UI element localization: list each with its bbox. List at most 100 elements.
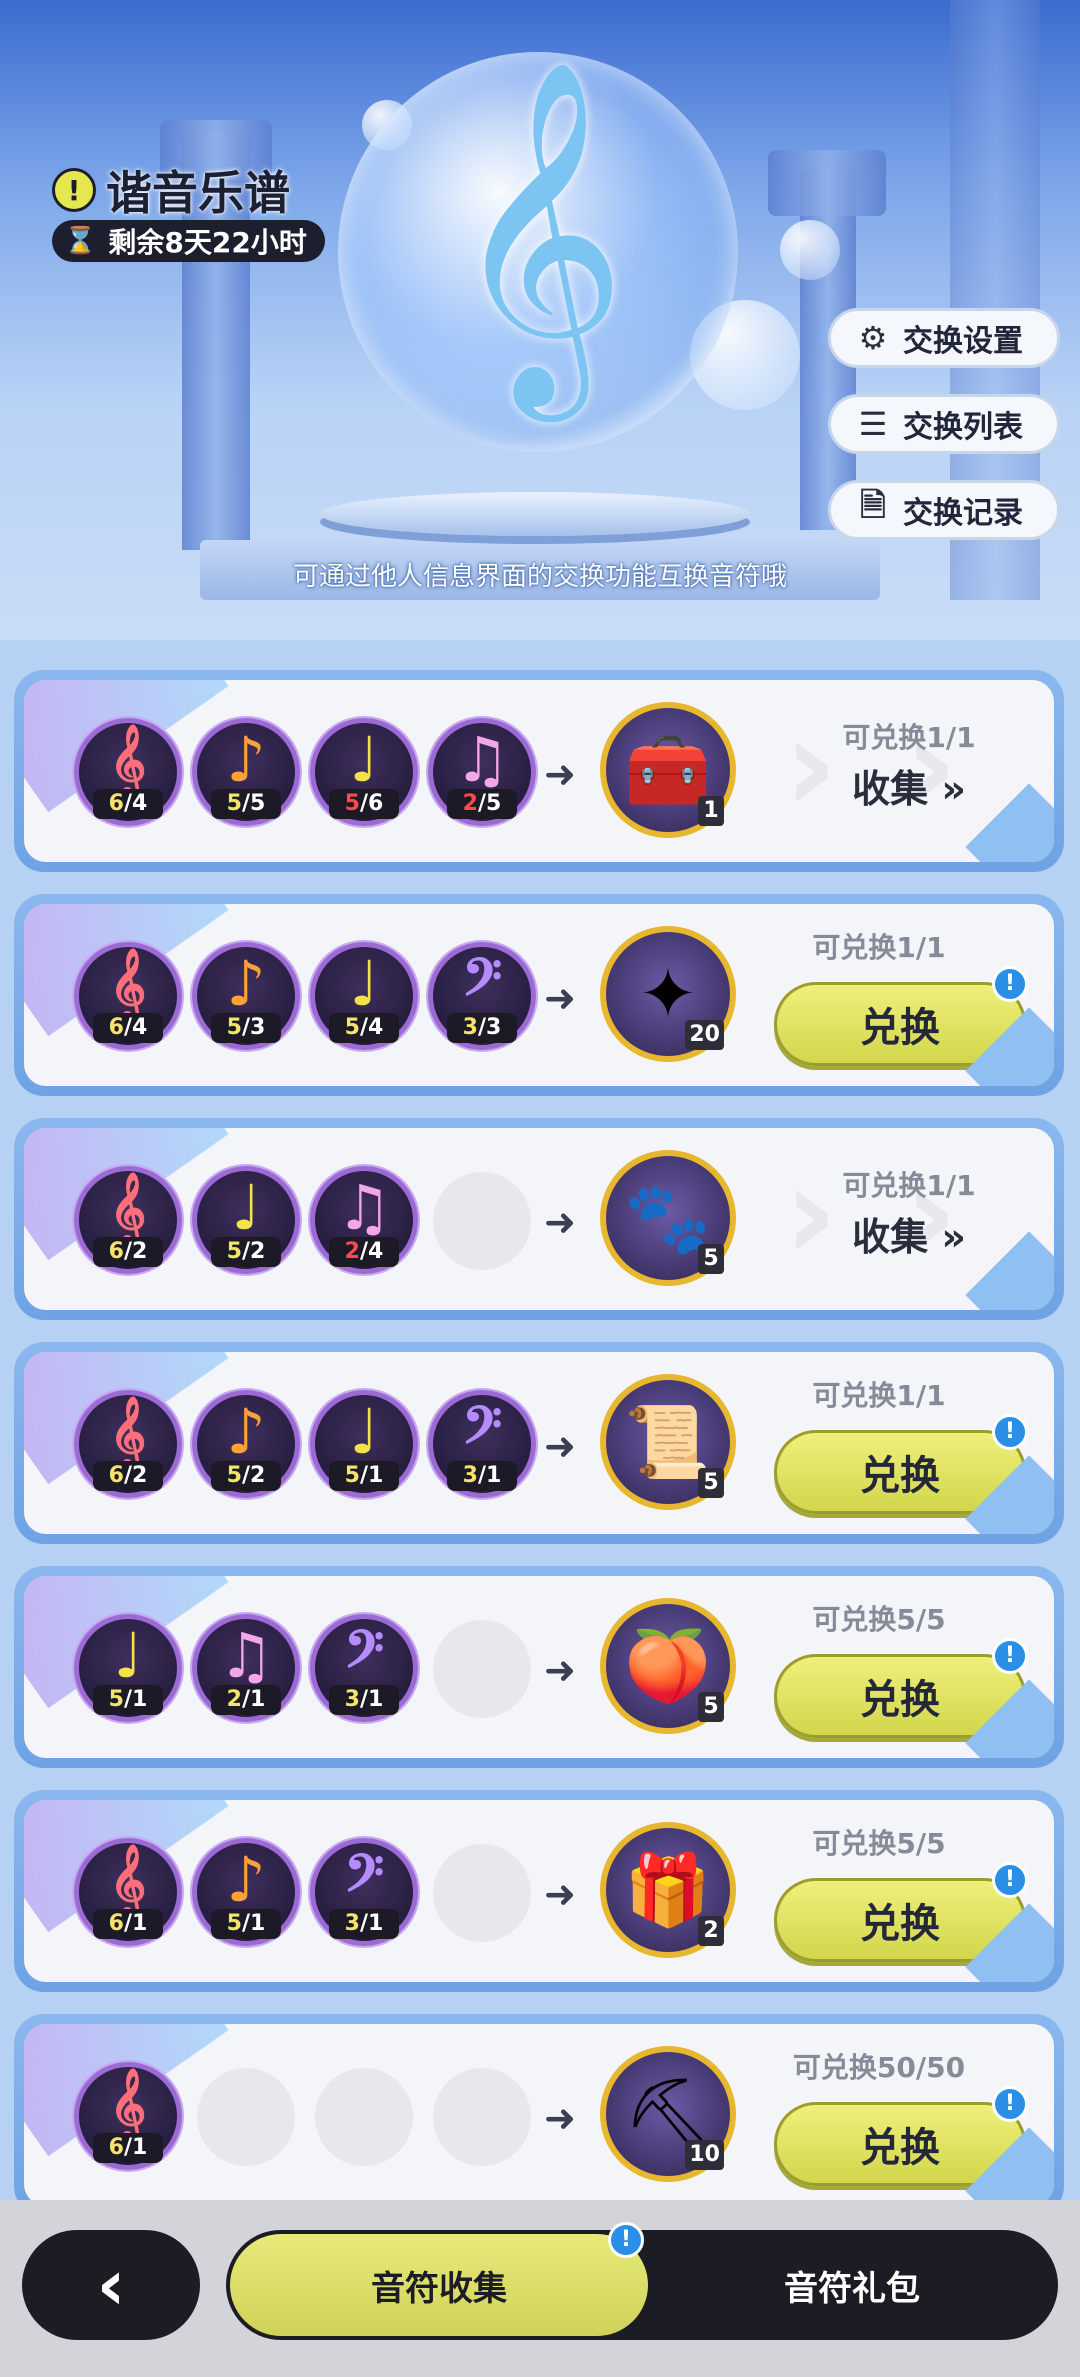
note-owned-count: 3	[344, 1687, 360, 1712]
note-slot[interactable]: 𝄞 6/1	[74, 2062, 182, 2170]
redeem-button[interactable]: 兑换	[774, 982, 1026, 1066]
note-slot[interactable]: 𝄢 3/3	[428, 942, 536, 1050]
count-separator: /	[123, 791, 133, 816]
count-separator: /	[123, 1239, 133, 1264]
exchange-records-button[interactable]: 🗎 交换记录	[828, 480, 1060, 540]
reward-item[interactable]: 🍑 5	[600, 1598, 736, 1734]
exchange-row-panel: ♩ 5/1 ♫ 2/1 𝄢 3/1 ➜ 🍑 5 可兑换5/5 兑换!	[24, 1576, 1054, 1758]
note-slot[interactable]: 𝄢 3/1	[310, 1838, 418, 1946]
redeem-button[interactable]: 兑换	[774, 1430, 1026, 1514]
reward-item[interactable]: 🎁 2	[600, 1822, 736, 1958]
note-slot[interactable]: ♪ 5/2	[192, 1390, 300, 1498]
music-note-icon: ♪	[226, 1395, 266, 1468]
redeem-limit-text: 可兑换5/5	[812, 1603, 946, 1636]
note-slot[interactable]: 𝄞 6/2	[74, 1390, 182, 1498]
reward-item[interactable]: ⛏ 10	[600, 2046, 736, 2182]
reward-item[interactable]: 🐾 5	[600, 1150, 736, 1286]
note-required-count: 1	[368, 1911, 384, 1936]
empty-note-slot	[433, 1620, 531, 1718]
tab-note-gift-pack[interactable]: 音符礼包	[650, 2234, 1054, 2336]
note-slot[interactable]: ♫ 2/4	[310, 1166, 418, 1274]
note-slot[interactable]: ♩ 5/1	[310, 1390, 418, 1498]
reward-quantity: 5	[698, 1468, 724, 1498]
peach-fruit-icon: 🍑	[624, 1625, 712, 1707]
music-note-icon: 𝄞	[109, 723, 147, 796]
count-separator: /	[359, 1015, 369, 1040]
note-owned-count: 3	[462, 1463, 478, 1488]
empty-note-slot	[433, 1844, 531, 1942]
exchange-list-button[interactable]: ☰ 交换列表	[828, 394, 1060, 454]
reward-item[interactable]: ✦ 20	[600, 926, 736, 1062]
note-count: 3/1	[329, 1685, 399, 1715]
note-count: 6/4	[93, 789, 163, 819]
music-note-icon: 𝄢	[344, 1619, 384, 1692]
redeem-button[interactable]: 兑换	[774, 1654, 1026, 1738]
note-slot[interactable]: ♪ 5/3	[192, 942, 300, 1050]
note-owned-count: 5	[226, 791, 242, 816]
count-separator: /	[477, 1015, 487, 1040]
reward-item[interactable]: 🧰 1	[600, 702, 736, 838]
collect-button[interactable]: 收集 »	[794, 758, 1024, 813]
count-separator: /	[359, 1463, 369, 1488]
redeem-limit-text: 可兑换1/1	[812, 1379, 946, 1412]
redeem-button-label: 兑换	[860, 2125, 940, 2171]
note-slot[interactable]: 𝄢 3/1	[310, 1614, 418, 1722]
redeem-limit-text: 可兑换1/1	[812, 931, 946, 964]
music-note-icon: 𝄞	[109, 947, 147, 1020]
note-slot[interactable]: ♫ 2/1	[192, 1614, 300, 1722]
music-note-icon: ♩	[349, 947, 379, 1020]
note-slot[interactable]: 𝄞 6/1	[74, 1838, 182, 1946]
exchange-row: 𝄞 6/1 ♪ 5/1 𝄢 3/1 ➜ 🎁 2 可兑换5/5 兑换!	[14, 1790, 1064, 1992]
note-owned-count: 5	[226, 1015, 242, 1040]
music-note-icon: ♩	[349, 723, 379, 796]
count-separator: /	[241, 1687, 251, 1712]
paw-charm-icon: 🐾	[624, 1177, 712, 1259]
exchange-row-panel: 𝄞 6/2 ♩ 5/2 ♫ 2/4 ➜ 🐾 5 › › 可兑换1/1 收集 »	[24, 1128, 1054, 1310]
reward-item[interactable]: 📜 5	[600, 1374, 736, 1510]
count-separator: /	[477, 791, 487, 816]
note-required-count: 1	[368, 1687, 384, 1712]
music-note-icon: ♪	[226, 723, 266, 796]
treble-clef-icon: 𝄞	[449, 57, 627, 406]
note-slot[interactable]: ♩ 5/4	[310, 942, 418, 1050]
note-slot[interactable]: ♩ 5/2	[192, 1166, 300, 1274]
note-required-count: 2	[250, 1239, 266, 1264]
reward-quantity: 1	[698, 796, 724, 826]
note-slot[interactable]: ♪ 5/5	[192, 718, 300, 826]
note-count: 6/1	[93, 2133, 163, 2163]
music-note-icon: 𝄢	[344, 1843, 384, 1916]
exchange-row-panel: 𝄞 6/4 ♪ 5/5 ♩ 5/6 ♫ 2/5 ➜ 🧰 1 › › 可兑换1/1 收集 »	[24, 680, 1054, 862]
note-slot[interactable]: ♫ 2/5	[428, 718, 536, 826]
music-note-icon: 𝄢	[462, 1395, 502, 1468]
note-slot[interactable]: 𝄞 6/2	[74, 1166, 182, 1274]
note-slot[interactable]: 𝄢 3/1	[428, 1390, 536, 1498]
note-slot[interactable]: ♩ 5/1	[74, 1614, 182, 1722]
count-separator: /	[241, 1911, 251, 1936]
note-required-count: 1	[132, 1911, 148, 1936]
note-required-count: 1	[368, 1463, 384, 1488]
note-required-count: 2	[132, 1463, 148, 1488]
notification-badge: !	[608, 2222, 644, 2258]
note-slot[interactable]: 𝄞 6/4	[74, 942, 182, 1050]
redeem-button[interactable]: 兑换	[774, 1878, 1026, 1962]
exchange-row: 𝄞 6/4 ♪ 5/5 ♩ 5/6 ♫ 2/5 ➜ 🧰 1 › › 可兑换1/1 收集 »	[14, 670, 1064, 872]
count-separator: /	[123, 1911, 133, 1936]
back-button[interactable]: ‹	[22, 2230, 200, 2340]
note-required-count: 2	[132, 1239, 148, 1264]
note-slot[interactable]: 𝄞 6/4	[74, 718, 182, 826]
exchange-settings-button[interactable]: ⚙ 交换设置	[828, 308, 1060, 368]
note-owned-count: 6	[108, 791, 124, 816]
note-slot[interactable]: ♩ 5/6	[310, 718, 418, 826]
list-icon: ☰	[858, 405, 888, 443]
info-icon[interactable]: !	[52, 168, 96, 212]
note-slot[interactable]: ♪ 5/1	[192, 1838, 300, 1946]
empty-note-slot	[433, 1172, 531, 1270]
redeem-button[interactable]: 兑换	[774, 2102, 1026, 2186]
countdown-text: 剩余8天22小时	[108, 226, 307, 259]
exchange-row-panel: 𝄞 6/1 ♪ 5/1 𝄢 3/1 ➜ 🎁 2 可兑换5/5 兑换!	[24, 1800, 1054, 1982]
note-required-count: 1	[132, 2135, 148, 2160]
stage-platform	[320, 492, 750, 536]
redeem-limit-text: 可兑换1/1	[842, 1169, 976, 1202]
collect-button[interactable]: 收集 »	[794, 1206, 1024, 1261]
tab-note-collection[interactable]: 音符收集	[230, 2234, 648, 2336]
